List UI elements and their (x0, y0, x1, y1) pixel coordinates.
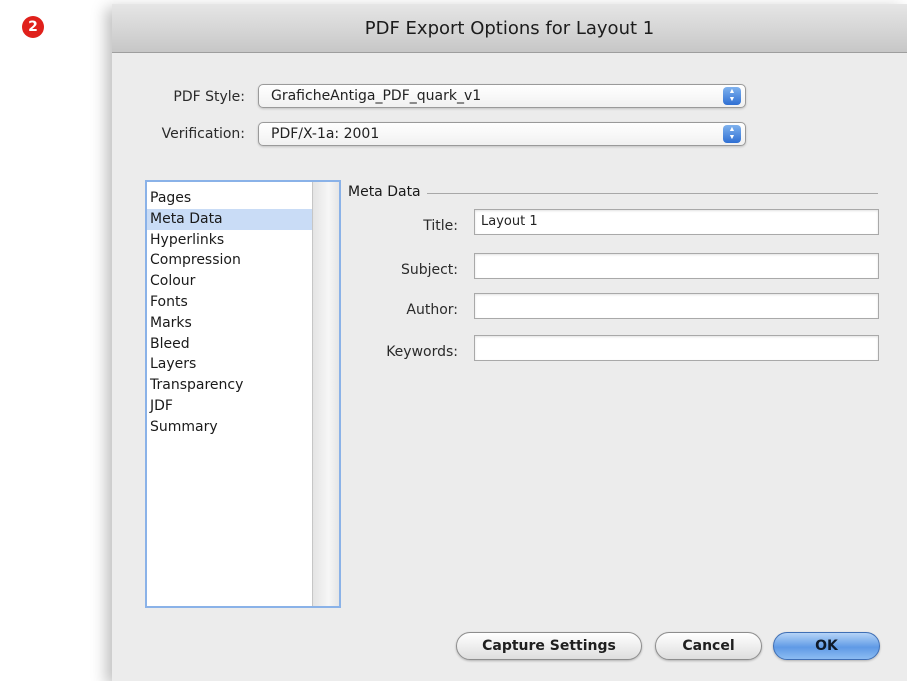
category-item-hyperlinks[interactable]: Hyperlinks (147, 230, 313, 251)
category-item-marks[interactable]: Marks (147, 313, 313, 334)
title-label: Title: (423, 218, 458, 234)
category-list[interactable]: Pages Meta Data Hyperlinks Compression Colou… (145, 180, 341, 608)
verification-value: PDF/X-1a: 2001 (271, 126, 380, 142)
popup-arrows-icon: ▲ ▼ (723, 125, 741, 143)
author-field[interactable] (474, 293, 879, 319)
screenshot: 2 PDF Export Options for Layout 1 PDF St… (0, 0, 907, 681)
category-item-meta-data[interactable]: Meta Data (147, 208, 313, 230)
group-divider (348, 193, 878, 194)
category-list-scrollbar[interactable] (312, 182, 339, 606)
pdf-export-options-dialog: PDF Export Options for Layout 1 PDF Styl… (112, 4, 907, 681)
category-items: Pages Meta Data Hyperlinks Compression Colou… (147, 188, 313, 438)
verification-popup[interactable]: PDF/X-1a: 2001 ▲ ▼ (258, 122, 746, 146)
category-item-colour[interactable]: Colour (147, 271, 313, 292)
category-item-pages[interactable]: Pages (147, 188, 313, 209)
category-item-bleed[interactable]: Bleed (147, 334, 313, 355)
verification-label: Verification: (161, 126, 245, 142)
category-item-summary[interactable]: Summary (147, 417, 313, 438)
title-field[interactable]: Layout 1 (474, 209, 879, 235)
category-item-fonts[interactable]: Fonts (147, 292, 313, 313)
subject-label: Subject: (400, 262, 458, 278)
keywords-field[interactable] (474, 335, 879, 361)
cancel-button[interactable]: Cancel (655, 632, 762, 660)
popup-arrows-icon: ▲ ▼ (723, 87, 741, 105)
keywords-label: Keywords: (386, 344, 458, 360)
ok-button[interactable]: OK (773, 632, 880, 660)
step-number-badge: 2 (22, 16, 44, 38)
category-item-jdf[interactable]: JDF (147, 396, 313, 417)
subject-field[interactable] (474, 253, 879, 279)
category-item-compression[interactable]: Compression (147, 250, 313, 271)
dialog-titlebar[interactable]: PDF Export Options for Layout 1 (112, 4, 907, 53)
category-item-transparency[interactable]: Transparency (147, 375, 313, 396)
capture-settings-button[interactable]: Capture Settings (456, 632, 642, 660)
pdf-style-label: PDF Style: (173, 89, 245, 105)
category-item-layers[interactable]: Layers (147, 354, 313, 375)
pdf-style-popup[interactable]: GraficheAntiga_PDF_quark_v1 ▲ ▼ (258, 84, 746, 108)
dialog-title: PDF Export Options for Layout 1 (364, 18, 655, 39)
author-label: Author: (406, 302, 458, 318)
meta-data-group-title: Meta Data (348, 184, 427, 200)
pdf-style-value: GraficheAntiga_PDF_quark_v1 (271, 88, 482, 104)
